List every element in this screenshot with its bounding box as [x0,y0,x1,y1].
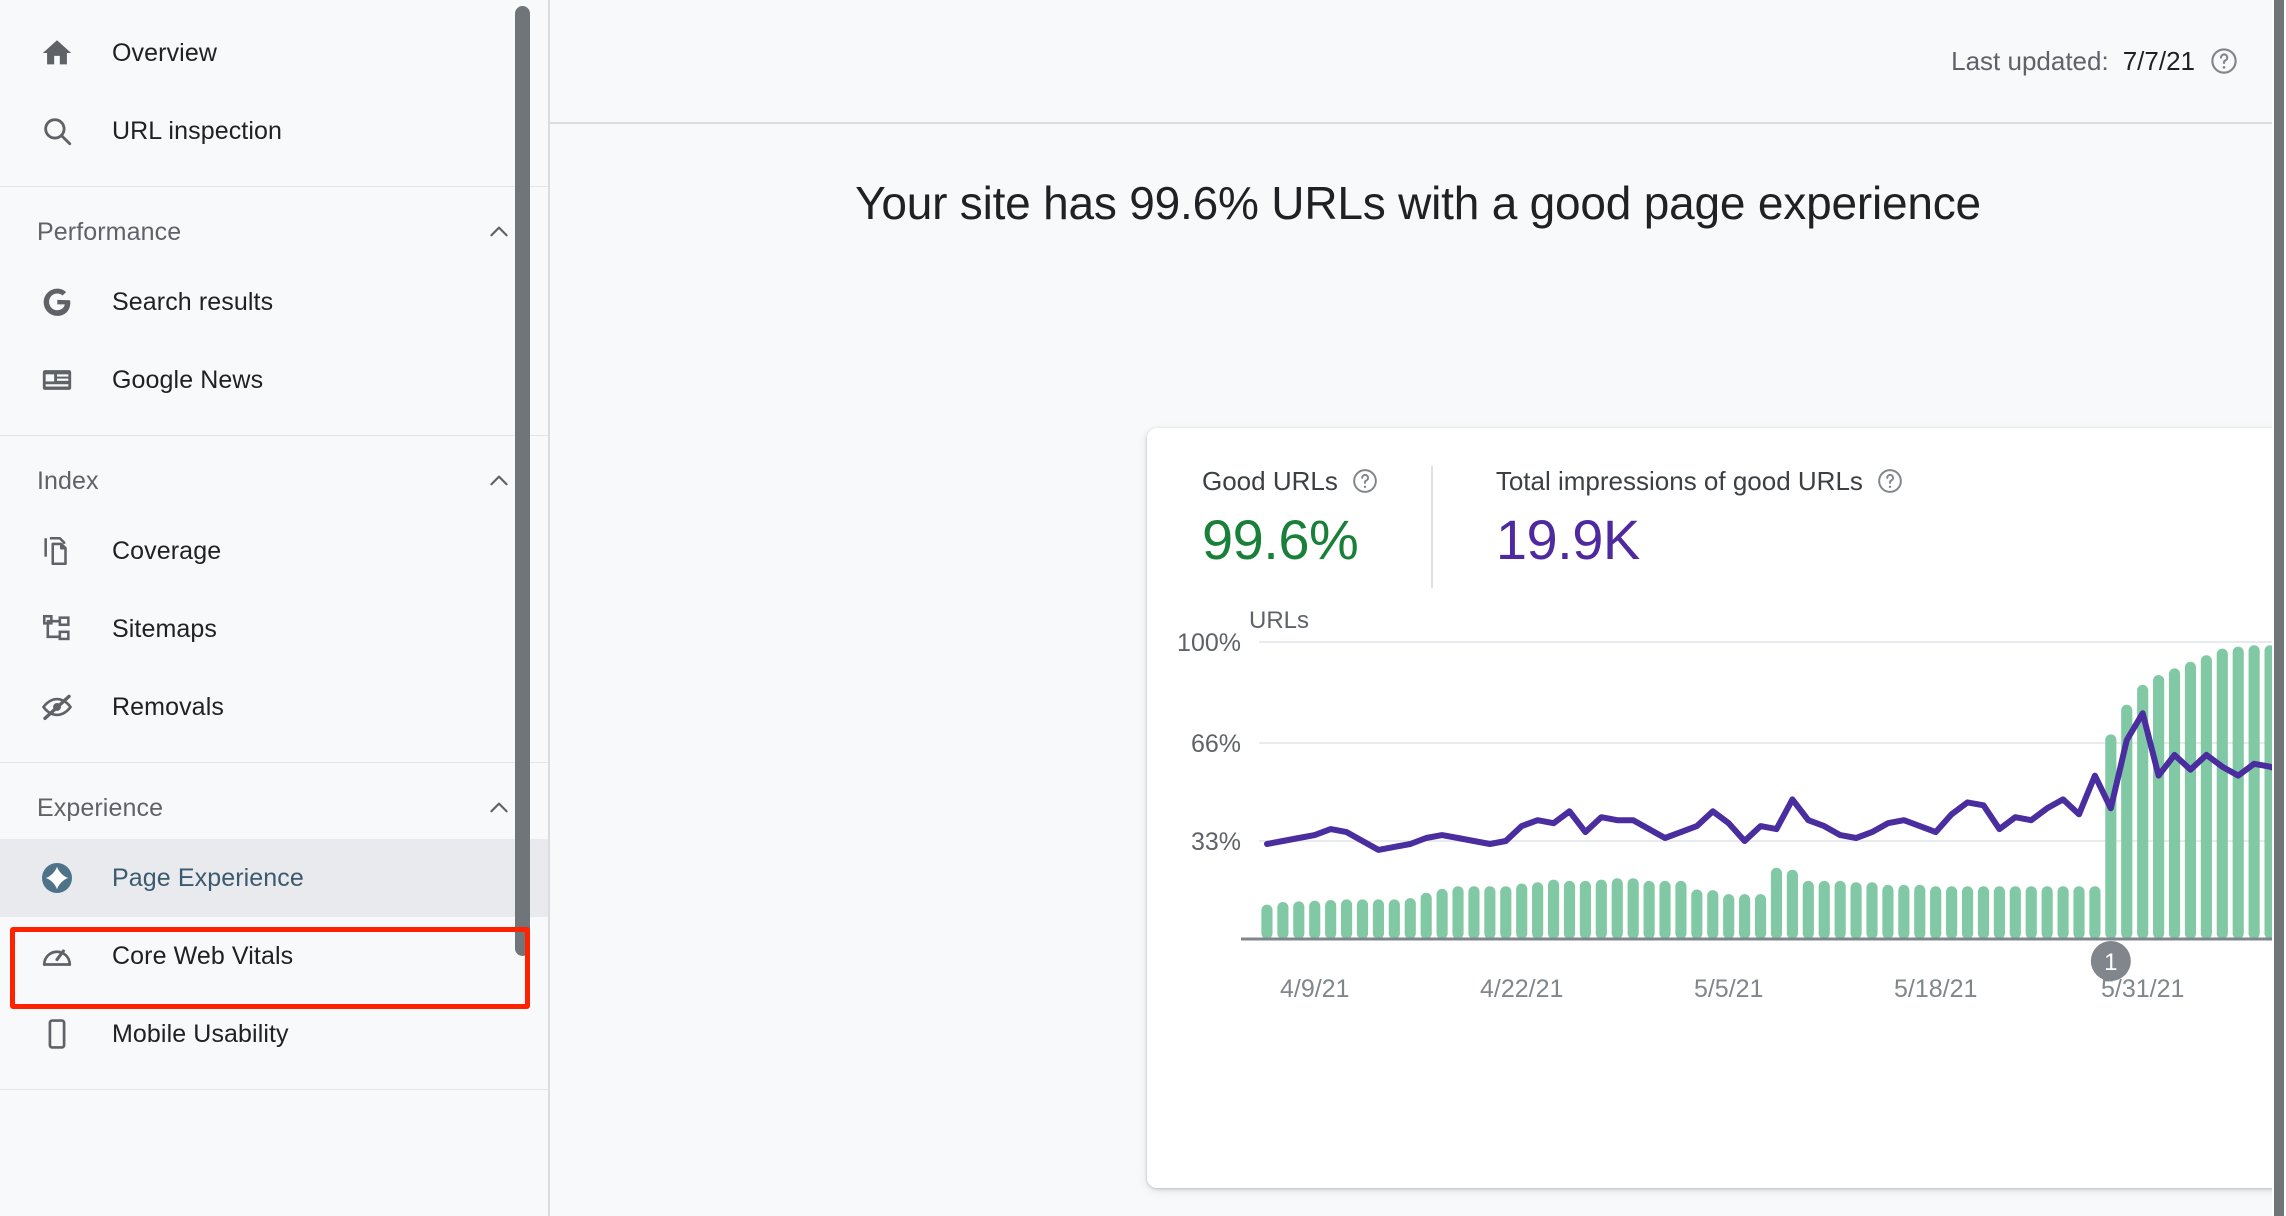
home-icon [37,33,77,73]
kpi-good-urls: Good URLs 99.6% [1202,466,1431,572]
svg-text:4/9/21: 4/9/21 [1280,975,1350,1003]
app-root: Overview URL inspection Performance [0,0,2286,1216]
svg-text:5/18/21: 5/18/21 [1894,975,1977,1003]
sidebar-item-label: Removals [112,693,224,722]
svg-text:100%: 100% [1177,629,1241,657]
kpi-header: Total impressions of good URLs [1496,466,1906,497]
sidebar-item-overview[interactable]: Overview [0,14,548,92]
page-title: Your site has 99.6% URLs with a good pag… [550,176,2286,230]
sitemap-icon [37,609,77,649]
page-experience-chart[interactable]: URLsImpressions100%66%33%45030015004/9/2… [1147,604,2286,1124]
svg-text:1: 1 [2104,949,2117,976]
last-updated-value: 7/7/21 [2123,46,2195,77]
top-bar: Last updated: 7/7/21 [550,0,2286,124]
sidebar-group-top: Overview URL inspection [0,0,548,187]
sidebar-group-performance: Performance Search results Google News [0,187,548,436]
google-g-icon [37,282,77,322]
sidebar-group-title: Performance [37,218,181,247]
help-circle-icon[interactable] [1876,467,1906,497]
sidebar-group-header-performance[interactable]: Performance [0,201,548,263]
kpi-value: 19.9K [1496,507,1906,572]
sidebar-item-coverage[interactable]: Coverage [0,512,548,590]
chart-svg: URLsImpressions100%66%33%45030015004/9/2… [1147,604,2286,1104]
sidebar-group-index: Index Coverage Sitemaps [0,436,548,763]
search-icon [37,111,77,151]
pages-copy-icon [37,531,77,571]
kpi-label: Total impressions of good URLs [1496,466,1863,497]
chevron-up-icon[interactable] [486,468,512,494]
svg-text:33%: 33% [1191,828,1241,856]
svg-text:5/5/21: 5/5/21 [1694,975,1764,1003]
sidebar-item-label: Core Web Vitals [112,942,293,971]
sidebar-group-header-index[interactable]: Index [0,450,548,512]
sidebar-item-label: Overview [112,39,217,68]
last-updated: Last updated: 7/7/21 [1951,46,2239,77]
sidebar-item-page-experience[interactable]: Page Experience [0,839,548,917]
main-scrollbar[interactable] [2272,0,2286,1216]
page-experience-icon [37,858,77,898]
sidebar-item-label: URL inspection [112,117,282,146]
eye-off-icon [37,687,77,727]
sidebar-item-url-inspection[interactable]: URL inspection [0,92,548,170]
kpi-header: Good URLs [1202,466,1381,497]
google-news-icon [37,360,77,400]
page-experience-card: Good URLs 99.6% Total impressions of goo… [1147,428,2286,1188]
kpi-label: Good URLs [1202,466,1338,497]
svg-text:URLs: URLs [1249,607,1309,634]
sidebar-item-google-news[interactable]: Google News [0,341,548,419]
sidebar-scrollbar[interactable] [515,0,533,1216]
kpi-value: 99.6% [1202,507,1381,572]
chevron-up-icon[interactable] [486,219,512,245]
chevron-up-icon[interactable] [486,795,512,821]
sidebar-item-mobile-usability[interactable]: Mobile Usability [0,995,548,1073]
sidebar-item-label: Search results [112,288,273,317]
sidebar-item-search-results[interactable]: Search results [0,263,548,341]
svg-text:66%: 66% [1191,730,1241,758]
sidebar-scrollbar-thumb[interactable] [515,6,530,956]
mobile-phone-icon [37,1014,77,1054]
sidebar-item-removals[interactable]: Removals [0,668,548,746]
help-circle-icon[interactable] [2209,46,2239,76]
sidebar-item-label: Google News [112,366,263,395]
sidebar-item-core-web-vitals[interactable]: Core Web Vitals [0,917,548,995]
main-scrollbar-thumb[interactable] [2274,0,2284,1216]
kpi-row: Good URLs 99.6% Total impressions of goo… [1147,428,2286,588]
sidebar-group-experience: Experience Page Experience Core Web Vita… [0,763,548,1090]
main-content: Last updated: 7/7/21 Your site has 99.6%… [550,0,2286,1216]
sidebar-group-header-experience[interactable]: Experience [0,777,548,839]
sidebar-item-label: Mobile Usability [112,1020,289,1049]
sidebar-item-sitemaps[interactable]: Sitemaps [0,590,548,668]
help-circle-icon[interactable] [1351,467,1381,497]
sidebar-group-title: Experience [37,794,163,823]
speedometer-icon [37,936,77,976]
sidebar-item-label: Coverage [112,537,221,566]
last-updated-label: Last updated: [1951,46,2109,77]
svg-text:4/22/21: 4/22/21 [1480,975,1563,1003]
sidebar-item-label: Sitemaps [112,615,217,644]
sidebar: Overview URL inspection Performance [0,0,550,1216]
sidebar-item-label: Page Experience [112,864,304,893]
kpi-total-impressions: Total impressions of good URLs 19.9K [1431,466,1956,588]
sidebar-group-title: Index [37,467,99,496]
